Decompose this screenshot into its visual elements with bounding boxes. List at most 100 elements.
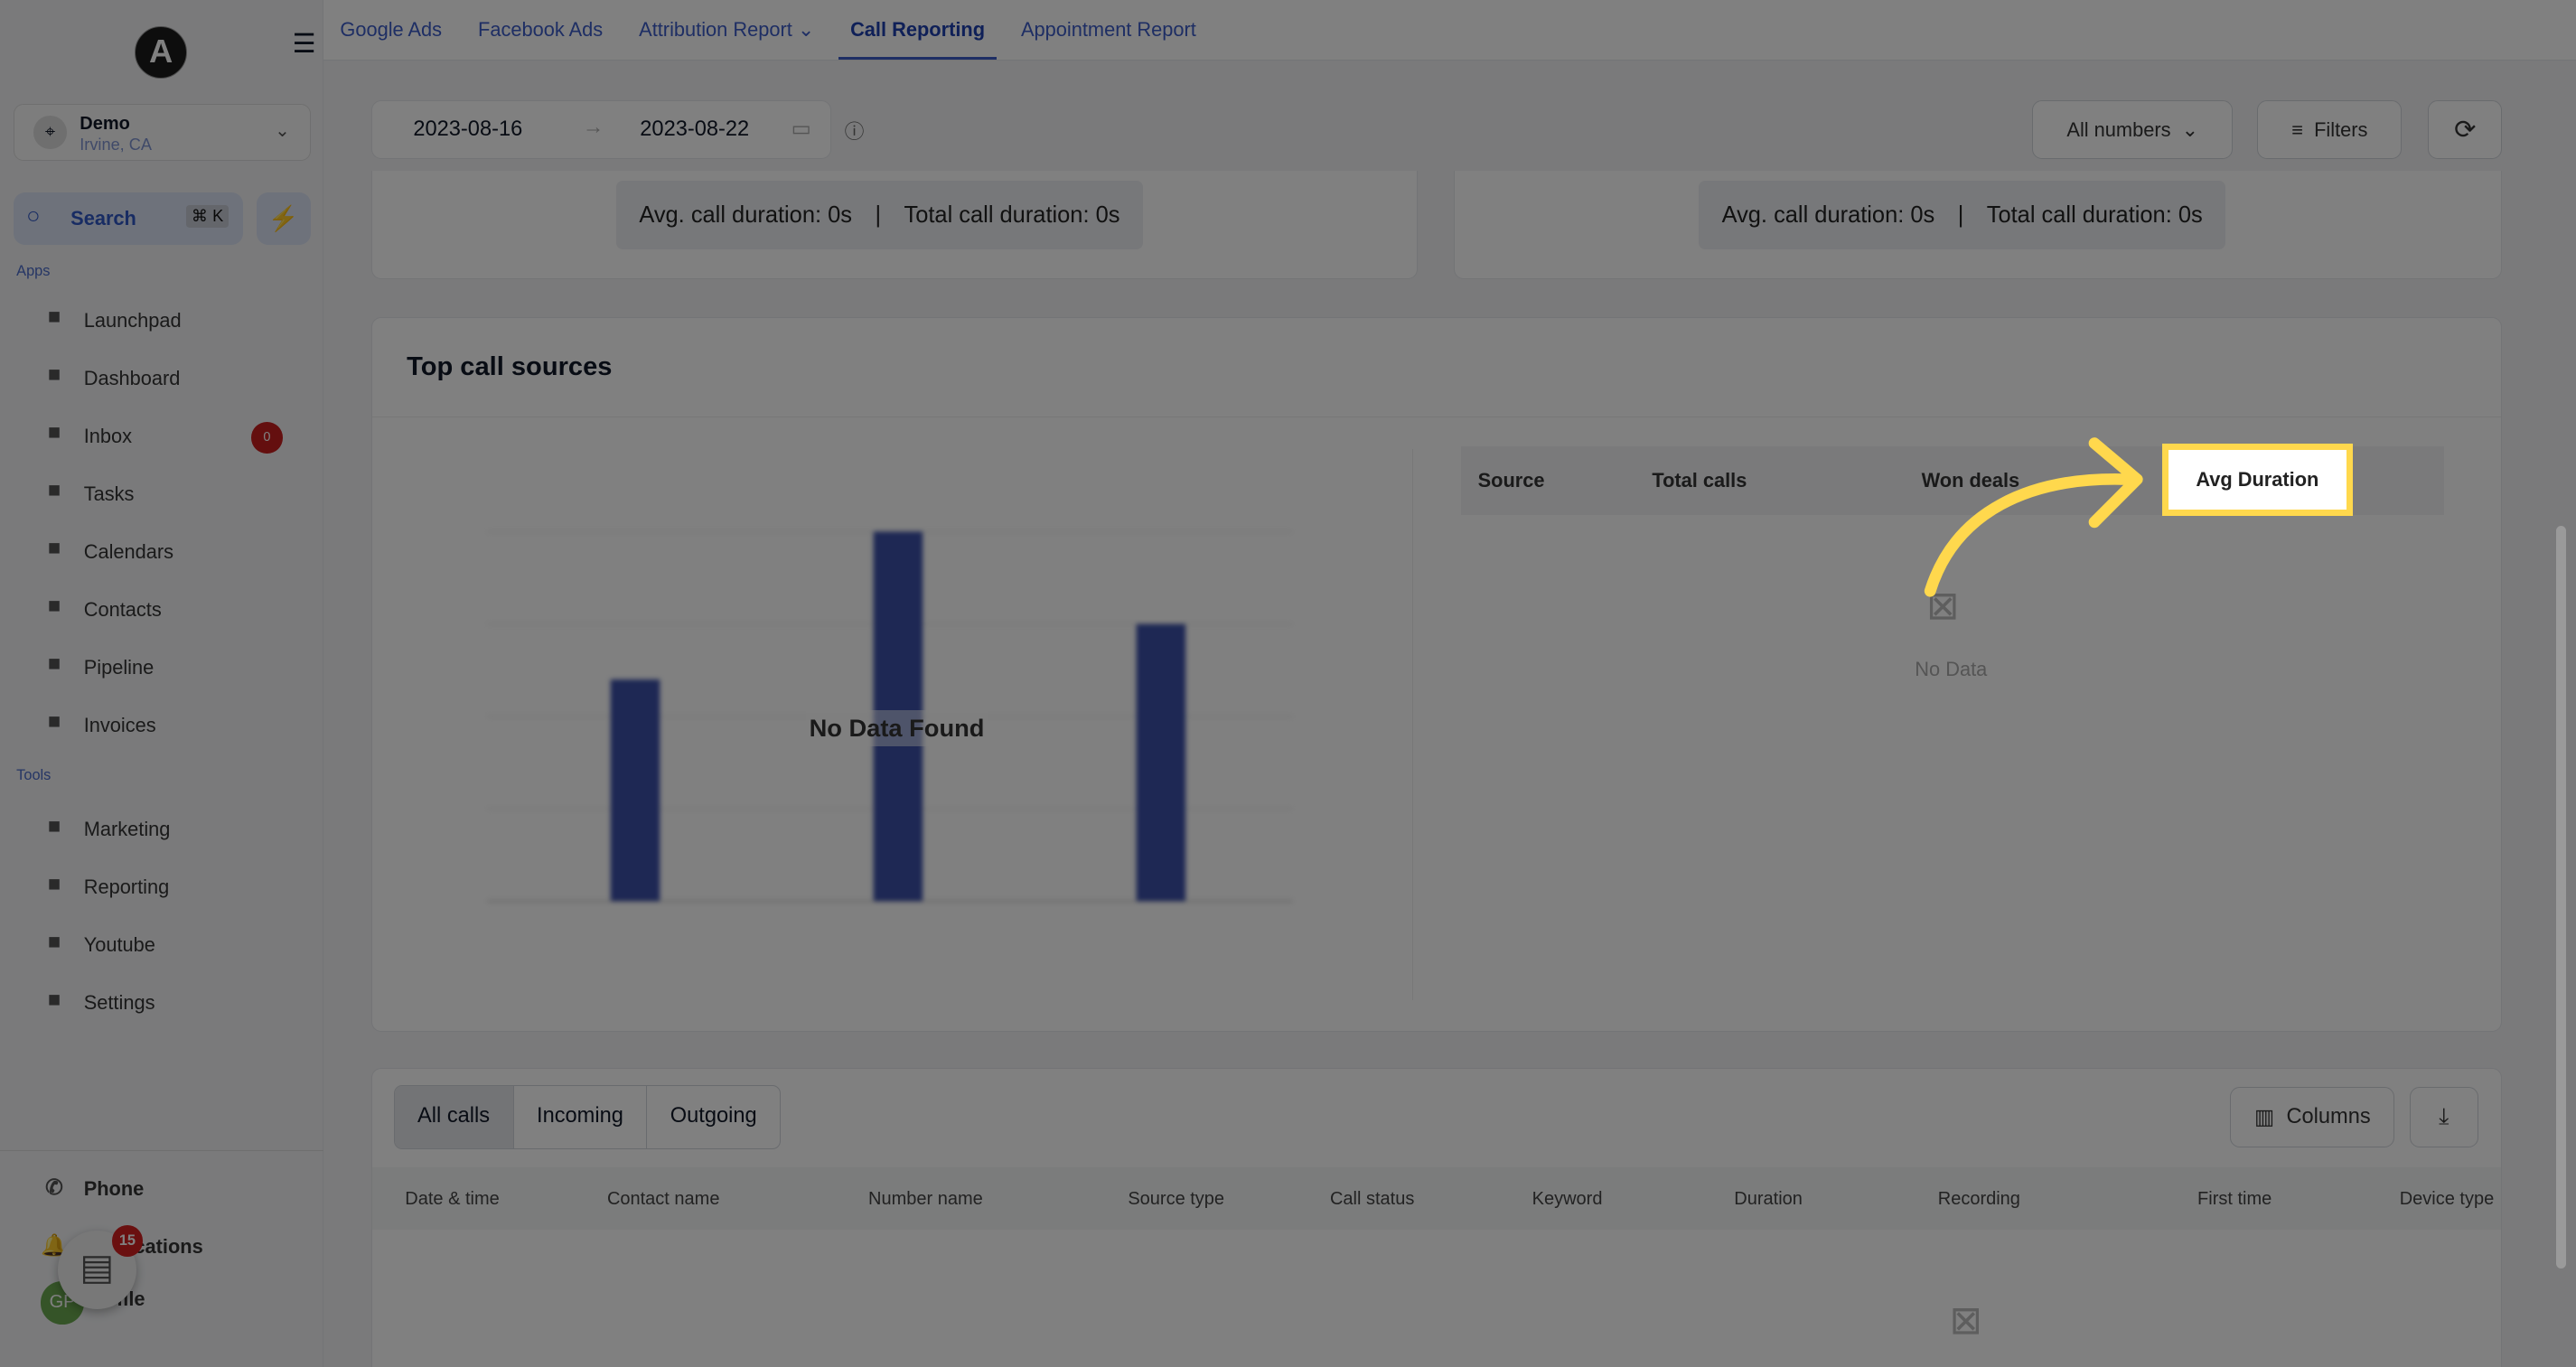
sidebar: A ☰ ⌖ Demo Irvine, CA ⌄ ○ Search ⌘ K ⚡ A… bbox=[0, 0, 324, 1367]
download-button[interactable]: ⤓ bbox=[2409, 1086, 2478, 1148]
sidebar-item-label: Dashboard bbox=[83, 366, 181, 389]
column-header[interactable]: Keyword bbox=[1532, 1189, 1603, 1210]
numbers-select[interactable]: All numbers ⌄ bbox=[2032, 99, 2234, 160]
invoice-icon: ■ bbox=[47, 710, 61, 735]
pie-chart-icon: ■ bbox=[47, 872, 61, 896]
inbox-icon: ■ bbox=[47, 421, 61, 445]
tab-google-ads[interactable]: Google Ads bbox=[329, 0, 454, 60]
search-button[interactable]: ○ Search ⌘ K bbox=[13, 192, 244, 245]
sidebar-item-dashboard[interactable]: ■ Dashboard bbox=[40, 361, 181, 394]
sidebar-item-launchpad[interactable]: ■ Launchpad bbox=[40, 304, 182, 336]
columns-label: Columns bbox=[2286, 1105, 2371, 1129]
refresh-button[interactable]: ⟳ bbox=[2428, 99, 2503, 160]
column-header[interactable]: Duration bbox=[1734, 1189, 1803, 1210]
calendar-icon: ▭ bbox=[791, 117, 811, 142]
person-icon: ■ bbox=[47, 595, 61, 619]
logo[interactable]: A bbox=[135, 26, 188, 80]
grid-icon: ■ bbox=[47, 363, 61, 388]
no-data-label: No Data bbox=[1915, 658, 1988, 681]
location-city: Irvine, CA bbox=[80, 136, 153, 154]
pointer-arrow-icon bbox=[1925, 437, 2143, 597]
tab-incoming[interactable]: Incoming bbox=[512, 1086, 647, 1148]
column-header[interactable]: Recording bbox=[1938, 1189, 2020, 1210]
filter-icon: ≡ bbox=[2291, 117, 2303, 141]
tab-outgoing[interactable]: Outgoing bbox=[646, 1086, 780, 1148]
report-tabs: Google Ads Facebook Ads Attribution Report… bbox=[323, 0, 2576, 61]
sidebar-item-label: Invoices bbox=[83, 713, 156, 736]
tab-all-calls[interactable]: All calls bbox=[394, 1086, 513, 1148]
sidebar-item-label: Contacts bbox=[83, 597, 162, 621]
info-icon[interactable]: ⓘ bbox=[845, 117, 865, 145]
sidebar-item-inbox[interactable]: ■ Inbox bbox=[40, 419, 132, 452]
search-label: Search bbox=[70, 207, 136, 230]
rocket-icon: ■ bbox=[47, 305, 61, 330]
sidebar-item-label: Settings bbox=[83, 991, 155, 1015]
location-switcher[interactable]: ⌖ Demo Irvine, CA ⌄ bbox=[13, 103, 311, 162]
calendar-icon: ■ bbox=[47, 537, 61, 561]
filter-icon: ■ bbox=[47, 652, 61, 677]
filters-label: Filters bbox=[2314, 117, 2368, 141]
column-header[interactable]: Contact name bbox=[607, 1189, 720, 1210]
sidebar-item-settings[interactable]: ■ Settings bbox=[40, 987, 155, 1019]
sidebar-item-marketing[interactable]: ■ Marketing bbox=[40, 813, 171, 846]
arrow-right-icon: → bbox=[582, 116, 604, 140]
chat-badge: 15 bbox=[111, 1225, 144, 1257]
clipboard-icon: ■ bbox=[47, 479, 61, 503]
dimmed-page: A ☰ ⌖ Demo Irvine, CA ⌄ ○ Search ⌘ K ⚡ A… bbox=[0, 0, 2576, 1367]
scrollbar[interactable] bbox=[2556, 525, 2567, 1269]
column-avg-duration[interactable]: Avg Duration bbox=[2161, 443, 2353, 516]
download-icon: ⤓ bbox=[2439, 1103, 2450, 1129]
sidebar-item-calendars[interactable]: ■ Calendars bbox=[40, 535, 173, 567]
sidebar-item-reporting[interactable]: ■ Reporting bbox=[40, 871, 170, 904]
filters-button[interactable]: ≡ Filters bbox=[2257, 99, 2403, 160]
tools-section-label: Tools bbox=[16, 767, 52, 784]
sidebar-item-label: Youtube bbox=[83, 933, 155, 957]
start-date[interactable]: 2023-08-16 bbox=[413, 117, 522, 142]
search-icon: ○ bbox=[26, 203, 41, 229]
sidebar-item-label: Pipeline bbox=[83, 655, 155, 679]
column-header[interactable]: First time bbox=[2197, 1189, 2272, 1210]
sidebar-item-youtube[interactable]: ■ Youtube bbox=[40, 929, 155, 961]
column-header[interactable]: Device type bbox=[2400, 1189, 2495, 1210]
sidebar-item-invoices[interactable]: ■ Invoices bbox=[40, 708, 156, 741]
location-name: Demo bbox=[80, 114, 130, 135]
column-header[interactable]: Call status bbox=[1330, 1189, 1414, 1210]
sidebar-item-label: Calendars bbox=[83, 539, 174, 563]
tab-call-reporting[interactable]: Call Reporting bbox=[838, 0, 997, 61]
columns-icon: ▥ bbox=[2253, 1106, 2275, 1130]
sidebar-item-phone[interactable]: ✆ Phone bbox=[40, 1173, 145, 1205]
collapse-menu-icon[interactable]: ☰ bbox=[293, 28, 316, 60]
call-duration-stats: Avg. call duration: 0s | Total call durati… bbox=[615, 181, 1143, 250]
bar bbox=[610, 679, 660, 902]
chevron-down-icon: ⌄ bbox=[2181, 117, 2198, 141]
top-call-sources-card: Top call sources No Data Found Source To… bbox=[370, 316, 2503, 1032]
column-header[interactable]: Number name bbox=[868, 1189, 983, 1210]
column-header[interactable]: Date & time bbox=[405, 1189, 499, 1210]
sidebar-item-label: Inbox bbox=[83, 424, 133, 447]
column-header[interactable]: Source type bbox=[1128, 1189, 1224, 1210]
end-date[interactable]: 2023-08-22 bbox=[640, 117, 749, 142]
date-range-picker[interactable]: 2023-08-16 → 2023-08-22 ▭ bbox=[370, 99, 832, 160]
sidebar-item-tasks[interactable]: ■ Tasks bbox=[40, 477, 135, 510]
sidebar-item-contacts[interactable]: ■ Contacts bbox=[40, 593, 162, 625]
no-data-chart-label: No Data Found bbox=[805, 710, 988, 746]
avg-duration: Avg. call duration: 0s bbox=[1721, 201, 1935, 228]
column-total-calls[interactable]: Total calls bbox=[1652, 469, 1747, 492]
avg-duration: Avg. call duration: 0s bbox=[639, 201, 852, 228]
calls-table-header: Date & time Contact name Number name Source… bbox=[371, 1166, 2502, 1231]
tab-attribution-report[interactable]: Attribution Report ⌄ bbox=[627, 0, 825, 60]
columns-button[interactable]: ▥ Columns bbox=[2230, 1086, 2395, 1148]
location-pin-icon: ⌖ bbox=[33, 116, 67, 149]
label: Phone bbox=[83, 1177, 145, 1201]
column-source[interactable]: Source bbox=[1478, 469, 1545, 492]
chevron-down-icon: ⌄ bbox=[275, 120, 290, 141]
empty-inbox-icon: ⊠ bbox=[1949, 1299, 1983, 1344]
sidebar-item-label: Marketing bbox=[83, 818, 171, 841]
sidebar-item-pipeline[interactable]: ■ Pipeline bbox=[40, 651, 155, 683]
tab-facebook-ads[interactable]: Facebook Ads bbox=[466, 0, 614, 60]
video-icon: ■ bbox=[47, 930, 61, 954]
tab-appointment-report[interactable]: Appointment Report bbox=[1009, 0, 1207, 60]
numbers-select-value: All numbers bbox=[2066, 117, 2171, 141]
quick-actions-bolt-icon[interactable]: ⚡ bbox=[256, 192, 311, 245]
sidebar-item-label: Reporting bbox=[83, 875, 170, 899]
